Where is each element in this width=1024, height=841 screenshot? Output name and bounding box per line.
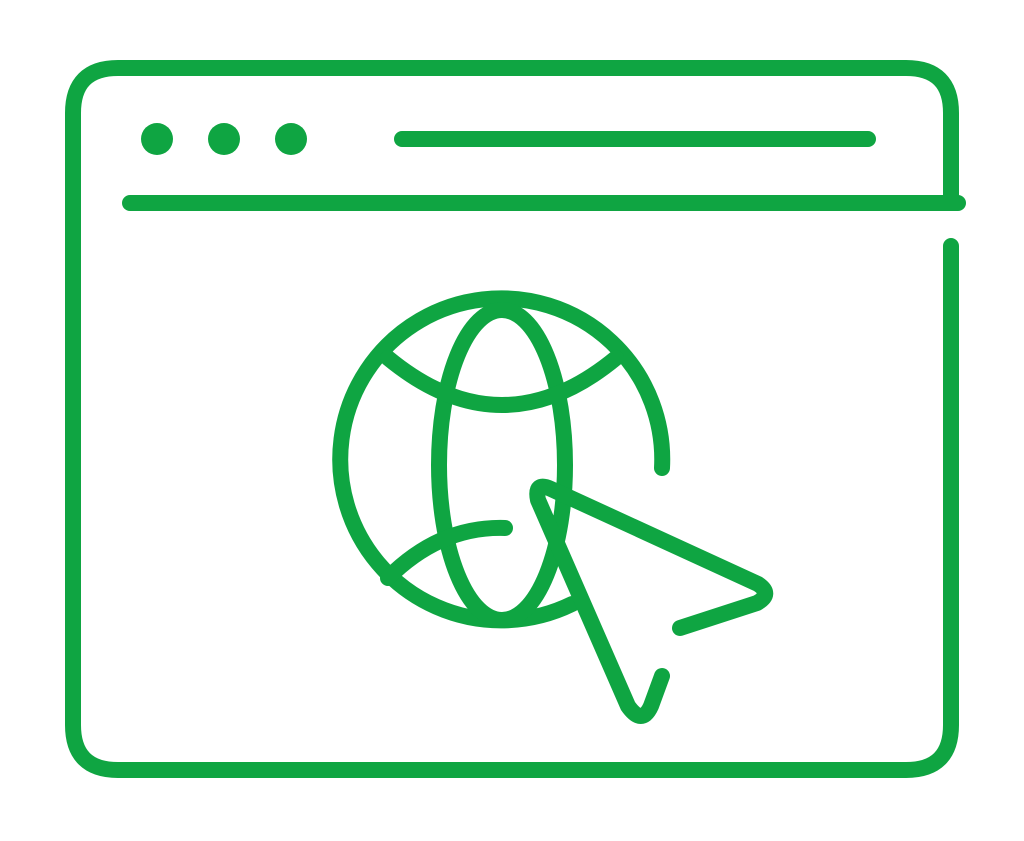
window-dot-minimize (208, 123, 240, 155)
web-browser-globe-cursor-icon (65, 60, 966, 778)
window-frame-outline (65, 60, 959, 778)
window-dot-close (141, 123, 173, 155)
browser-window-icon (65, 60, 966, 778)
web-browser-globe-cursor-illustration (0, 0, 1024, 841)
globe-latitude-top (380, 350, 624, 413)
window-dot-maximize (275, 123, 307, 155)
globe-icon (332, 290, 671, 629)
window-control-dots-icon (141, 123, 307, 155)
globe-meridian (431, 302, 573, 628)
